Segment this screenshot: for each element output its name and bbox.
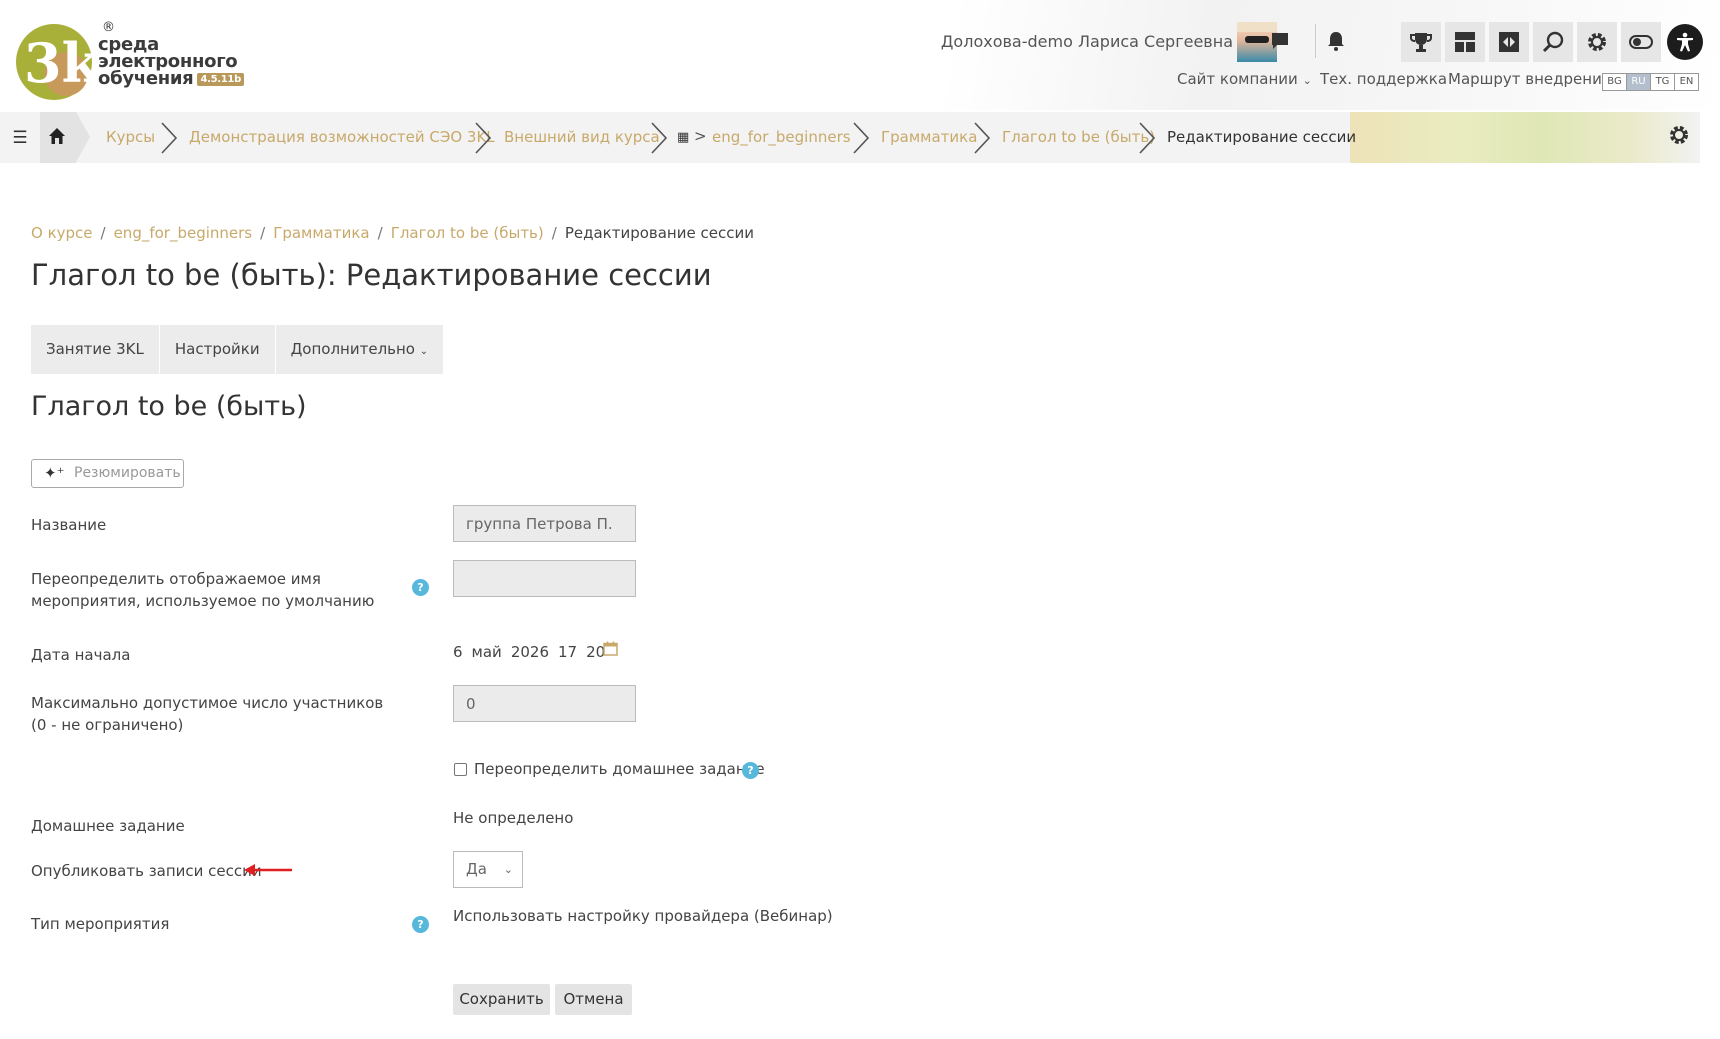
chevron-right-icon: [974, 122, 991, 154]
start-date-day[interactable]: 6: [453, 643, 463, 661]
dashboard-grid-icon[interactable]: [1445, 22, 1485, 62]
crumb-course-appearance[interactable]: Внешний вид курса: [504, 128, 660, 146]
svg-text:3k: 3k: [24, 31, 94, 95]
page-settings-gear-icon[interactable]: [1668, 124, 1690, 152]
chevron-right-icon: [475, 122, 492, 154]
header-divider: [1315, 24, 1316, 58]
logo-line-3: обучения: [98, 68, 194, 89]
lang-ru[interactable]: RU: [1626, 73, 1651, 91]
annotation-arrow-icon: [244, 864, 292, 876]
start-date-label: Дата начала: [31, 646, 131, 664]
crumb-grammar[interactable]: Грамматика: [881, 128, 977, 146]
home-icon[interactable]: [48, 126, 66, 150]
settings-gear-icon[interactable]: [1577, 22, 1617, 62]
crumb-verb-to-be[interactable]: Глагол to be (быть): [1002, 128, 1155, 146]
help-icon[interactable]: ?: [412, 579, 429, 596]
lang-en[interactable]: EN: [1674, 73, 1699, 91]
calendar-icon[interactable]: [603, 641, 618, 656]
publish-recordings-select[interactable]: Да ⌄: [453, 851, 523, 888]
event-type-label: Тип мероприятия: [31, 915, 170, 933]
search-icon[interactable]: [1533, 22, 1573, 62]
notifications-icon[interactable]: [1321, 26, 1351, 56]
crumb-current: Редактирование сессии: [1167, 128, 1357, 146]
breadcrumb-grammar[interactable]: Грамматика: [273, 224, 369, 242]
nav-company-site[interactable]: Сайт компании ⌄: [1177, 70, 1312, 88]
help-icon[interactable]: ?: [412, 916, 429, 933]
breadcrumb-verb-to-be[interactable]: Глагол to be (быть): [391, 224, 544, 242]
chevron-right-icon: [651, 122, 668, 154]
override-name-label: Переопределить отображаемое имя мероприя…: [31, 570, 375, 610]
start-date-hour[interactable]: 17: [558, 643, 577, 661]
page-title: Глагол to be (быть): Редактирование сесс…: [31, 258, 712, 292]
messages-icon[interactable]: [1265, 26, 1295, 56]
chevron-down-icon: ⌄: [503, 863, 513, 876]
help-icon[interactable]: ?: [742, 762, 759, 779]
summarize-button[interactable]: ✦⁺ Резюмировать: [31, 459, 184, 488]
home-button-arrow: [76, 112, 90, 162]
override-homework-label[interactable]: Переопределить домашнее задание: [474, 760, 765, 778]
nav-support[interactable]: Тех. поддержка: [1320, 70, 1447, 88]
breadcrumb-current: Редактирование сессии: [564, 224, 754, 242]
max-participants-field[interactable]: [453, 685, 636, 722]
chevron-small-icon: >: [694, 127, 707, 145]
nav-route[interactable]: Маршрут внедрения: [1448, 70, 1611, 88]
name-input[interactable]: [466, 506, 635, 541]
crumb-demo-course-category[interactable]: Демонстрация возможностей СЭО 3KL: [189, 128, 495, 146]
override-homework-checkbox[interactable]: [454, 763, 467, 776]
layout-switch-icon[interactable]: [1489, 22, 1529, 62]
tab-lesson-3kl[interactable]: Занятие 3KL: [31, 325, 160, 374]
tab-more[interactable]: Дополнительно ⌄: [276, 325, 444, 374]
start-date-year[interactable]: 2026: [511, 643, 549, 661]
breadcrumb: О курсе / eng_for_beginners / Грамматика / Гла…: [31, 224, 754, 242]
chevron-right-icon: [853, 122, 870, 154]
logo-3k-mark: 3k: [16, 24, 94, 100]
homework-label: Домашнее задание: [31, 817, 185, 835]
chevron-right-icon: [161, 122, 178, 154]
user-name[interactable]: Долохова-demo Лариса Сергеевна: [941, 32, 1233, 51]
start-date-value[interactable]: 6 май 2026 17 20: [453, 643, 614, 661]
logo-registered: ®: [102, 20, 115, 35]
breadcrumb-about-course[interactable]: О курсе: [31, 224, 93, 242]
menu-list-icon[interactable]: ☰: [8, 126, 32, 150]
chevron-down-icon: ⌄: [419, 346, 429, 357]
accessibility-icon[interactable]: [1667, 24, 1703, 60]
name-field[interactable]: [453, 505, 636, 542]
tab-bar: Занятие 3KL Настройки Дополнительно ⌄: [31, 325, 444, 374]
max-participants-label: Максимально допустимое число участников …: [31, 694, 384, 734]
lang-bg[interactable]: BG: [1602, 73, 1627, 91]
chevron-right-icon: [1139, 122, 1156, 154]
crumb-courses[interactable]: Курсы: [106, 128, 155, 146]
breadcrumb-eng-for-beginners[interactable]: eng_for_beginners: [114, 224, 253, 242]
name-label: Название: [31, 516, 107, 534]
max-participants-input[interactable]: [466, 686, 635, 721]
publish-recordings-label: Опубликовать записи сессии: [31, 862, 262, 880]
start-date-month[interactable]: май: [472, 643, 502, 661]
crumb-eng-for-beginners[interactable]: eng_for_beginners: [712, 128, 851, 146]
version-badge: 4.5.11b: [197, 72, 244, 86]
sparkle-icon: ✦⁺: [44, 464, 65, 482]
cancel-button[interactable]: Отмена: [555, 984, 632, 1015]
theme-toggle-icon[interactable]: [1621, 22, 1661, 62]
site-logo[interactable]: 3k ® среда электронного обучения 4.5.11b: [14, 20, 244, 106]
logo-text: среда электронного обучения 4.5.11b: [98, 36, 244, 89]
language-switcher: BG RU TG EN: [1602, 73, 1699, 91]
event-type-value: Использовать настройку провайдера (Вебин…: [453, 907, 833, 925]
tab-settings[interactable]: Настройки: [160, 325, 276, 374]
breadcrumb-bar-image: [1350, 112, 1700, 163]
lang-tg[interactable]: TG: [1650, 73, 1675, 91]
override-name-field[interactable]: [453, 560, 636, 597]
chevron-down-icon: ⌄: [1302, 74, 1312, 87]
save-button[interactable]: Сохранить: [453, 984, 550, 1015]
override-name-input[interactable]: [466, 561, 635, 596]
activity-title: Глагол to be (быть): [31, 391, 307, 422]
homework-value: Не определено: [453, 809, 574, 827]
trophy-icon[interactable]: [1401, 22, 1441, 62]
table-icon: ▦: [677, 130, 690, 145]
